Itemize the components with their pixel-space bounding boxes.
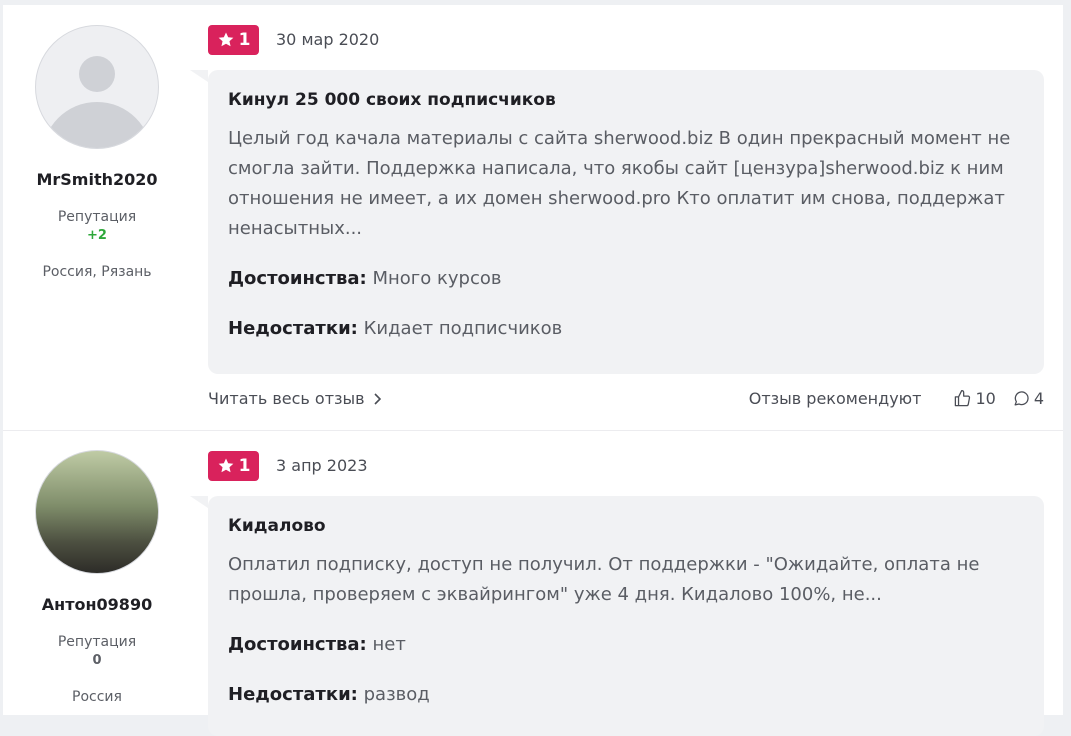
cons-text: Кидает подписчиков [363, 318, 563, 339]
pros-text: нет [372, 634, 406, 655]
review-date: 3 апр 2023 [276, 456, 368, 475]
review-text: Целый год качала материалы с сайта sherw… [228, 128, 1011, 239]
recommend-label: Отзыв рекомендуют [748, 389, 922, 408]
review-footer: Читать весь отзыв Отзыв рекомендуют 10 4 [208, 387, 1044, 411]
review-author: Антон09890 Репутация 0 Россия [3, 450, 191, 705]
likes-count: 10 [975, 389, 996, 408]
rating-badge: 1 [208, 25, 259, 55]
comments-count: 4 [1033, 389, 1044, 408]
review-text: Оплатил подписку, доступ не получил. От … [228, 554, 980, 605]
comment-icon [1014, 391, 1029, 406]
rating-value: 1 [238, 456, 251, 476]
default-avatar-icon[interactable] [35, 25, 159, 149]
read-more-link[interactable]: Читать весь отзыв [208, 389, 381, 408]
review-cons: Недостатки: развод [228, 680, 1024, 710]
author-name[interactable]: MrSmith2020 [3, 170, 191, 189]
thumbs-up-icon [955, 389, 971, 407]
rating-value: 1 [238, 30, 251, 50]
reputation-value: 0 [92, 653, 102, 668]
reputation-label: Репутация [57, 209, 137, 225]
author-location: Россия, Рязань [42, 264, 152, 280]
cons-label: Недостатки: [228, 684, 358, 705]
cons-label: Недостатки: [228, 318, 358, 339]
cons-text: развод [363, 684, 430, 705]
pros-label: Достоинства: [228, 634, 367, 655]
chevron-right-icon [374, 392, 381, 405]
comments-button[interactable]: 4 [1012, 389, 1044, 408]
review-body: Кидалово Оплатил подписку, доступ не пол… [190, 496, 1044, 736]
user-avatar[interactable] [35, 450, 159, 574]
review-date: 30 мар 2020 [276, 30, 380, 49]
pros-text: Много курсов [372, 268, 502, 289]
like-button[interactable]: 10 [953, 389, 996, 408]
review-body: Кинул 25 000 своих подписчиков Целый год… [190, 70, 1044, 374]
star-icon [218, 458, 233, 473]
review-pros: Достоинства: Много курсов [228, 264, 1024, 294]
review-card: Антон09890 Репутация 0 Россия 1 3 апр 20… [3, 432, 1063, 736]
read-more-label: Читать весь отзыв [208, 389, 365, 408]
review-card: MrSmith2020 Репутация +2 Россия, Рязань … [3, 5, 1063, 431]
reputation-value: +2 [87, 228, 107, 243]
review-title[interactable]: Кидалово [228, 516, 1024, 536]
review-title[interactable]: Кинул 25 000 своих подписчиков [228, 90, 1024, 110]
review-meta: Отзыв рекомендуют 10 4 [749, 389, 1044, 408]
review-author: MrSmith2020 Репутация +2 Россия, Рязань [3, 25, 191, 280]
reviews-list: MrSmith2020 Репутация +2 Россия, Рязань … [3, 5, 1063, 736]
author-location: Россия [72, 689, 122, 705]
rating-badge: 1 [208, 451, 259, 481]
star-icon [218, 32, 233, 47]
pros-label: Достоинства: [228, 268, 367, 289]
review-cons: Недостатки: Кидает подписчиков [228, 314, 1024, 344]
author-name[interactable]: Антон09890 [3, 595, 191, 614]
review-pros: Достоинства: нет [228, 630, 1024, 660]
reputation-label: Репутация [57, 634, 137, 650]
